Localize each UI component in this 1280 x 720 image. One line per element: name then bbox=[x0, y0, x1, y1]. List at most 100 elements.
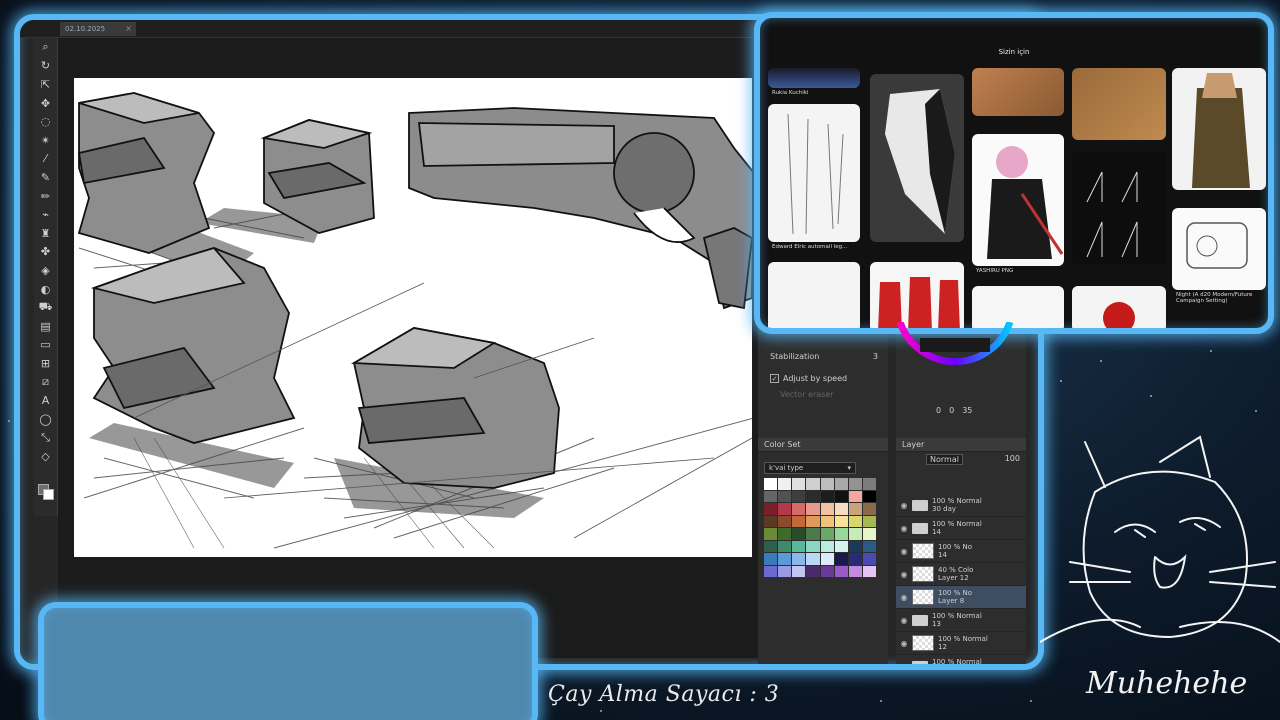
pencil-icon[interactable]: ✏ bbox=[34, 187, 57, 206]
lasso-icon[interactable]: ◌ bbox=[34, 112, 57, 131]
color-swatch[interactable] bbox=[834, 540, 848, 552]
color-swatch[interactable] bbox=[806, 503, 820, 515]
frame-border-icon[interactable]: ⊞ bbox=[34, 354, 57, 373]
eraser-icon[interactable]: ◈ bbox=[34, 261, 57, 280]
eyedropper-icon[interactable]: ⁄ bbox=[34, 150, 57, 169]
correct-line-icon[interactable]: ⤡ bbox=[34, 428, 57, 447]
color-swatch[interactable] bbox=[820, 540, 834, 552]
layer-row[interactable]: ◉ 100 % Normal 30 day bbox=[896, 494, 1026, 517]
color-swatch[interactable] bbox=[806, 490, 820, 502]
color-swatch[interactable] bbox=[792, 515, 806, 527]
layer-row[interactable]: ◉ 100 % No Layer 8 bbox=[896, 586, 1026, 609]
color-swatch[interactable] bbox=[806, 553, 820, 565]
pin-blade-outlines[interactable] bbox=[1072, 152, 1166, 264]
color-swatch[interactable] bbox=[834, 528, 848, 540]
color-swatch[interactable] bbox=[834, 478, 848, 490]
color-swatch[interactable] bbox=[834, 565, 848, 577]
color-swatch[interactable] bbox=[862, 490, 876, 502]
color-swatch[interactable] bbox=[806, 565, 820, 577]
pin-blade-closeup[interactable] bbox=[972, 68, 1064, 116]
sub-color-swatch[interactable] bbox=[43, 489, 54, 500]
color-swatch[interactable] bbox=[778, 565, 792, 577]
text-icon[interactable]: A bbox=[34, 391, 57, 410]
color-swatch[interactable] bbox=[778, 553, 792, 565]
color-swatch[interactable] bbox=[764, 490, 778, 502]
color-swatch[interactable] bbox=[862, 478, 876, 490]
eye-icon[interactable]: ◉ bbox=[896, 616, 912, 625]
color-swatch[interactable] bbox=[764, 528, 778, 540]
pin-caption-yashiru[interactable]: YASHIRU PNG bbox=[976, 268, 1066, 274]
color-swatch[interactable] bbox=[764, 540, 778, 552]
color-set-select[interactable]: k'vai type ▾ bbox=[764, 462, 856, 474]
color-swatch[interactable] bbox=[862, 553, 876, 565]
pin-spiked-mace[interactable] bbox=[768, 262, 860, 328]
ruler-icon[interactable]: ⧄ bbox=[34, 373, 57, 392]
airbrush-icon[interactable]: ♜ bbox=[34, 224, 57, 243]
color-swatch[interactable] bbox=[820, 553, 834, 565]
color-wheel[interactable] bbox=[890, 322, 1030, 382]
color-swatch[interactable] bbox=[792, 528, 806, 540]
pin-caption-night[interactable]: Night (A d20 Modern/Future Campaign Sett… bbox=[1176, 292, 1266, 304]
color-swatch[interactable] bbox=[848, 515, 862, 527]
color-swatch[interactable] bbox=[862, 540, 876, 552]
layer-row[interactable]: ◉ 100 % Normal 11 bbox=[896, 655, 1026, 665]
color-swatch[interactable] bbox=[792, 490, 806, 502]
eye-icon[interactable]: ◉ bbox=[896, 570, 912, 579]
eye-icon[interactable]: ◉ bbox=[896, 501, 912, 510]
layer-row[interactable]: ◉ 100 % Normal 14 bbox=[896, 517, 1026, 540]
color-swatch[interactable] bbox=[834, 503, 848, 515]
brush-icon[interactable]: ⌁ bbox=[34, 205, 57, 224]
main-sub-color-chip[interactable] bbox=[38, 484, 54, 500]
color-set-tab[interactable]: Color Set bbox=[758, 438, 888, 452]
pin-white-coat[interactable] bbox=[870, 74, 964, 242]
figure-icon[interactable]: ▭ bbox=[34, 336, 57, 355]
color-swatch[interactable] bbox=[792, 540, 806, 552]
color-swatch[interactable] bbox=[792, 503, 806, 515]
color-swatch[interactable] bbox=[820, 565, 834, 577]
pin-rukia-image[interactable] bbox=[768, 68, 860, 88]
layer-row[interactable]: ◉ 100 % Normal 13 bbox=[896, 609, 1026, 632]
eye-icon[interactable]: ◉ bbox=[896, 662, 912, 665]
pin-yashiru[interactable] bbox=[972, 134, 1064, 266]
pin-dagger[interactable] bbox=[1072, 68, 1166, 140]
balloon-icon[interactable]: ◯ bbox=[34, 410, 57, 429]
color-swatch[interactable] bbox=[848, 528, 862, 540]
eye-icon[interactable]: ◉ bbox=[896, 593, 912, 602]
color-swatch[interactable] bbox=[778, 540, 792, 552]
color-swatch[interactable] bbox=[848, 478, 862, 490]
eye-icon[interactable]: ◉ bbox=[896, 639, 912, 648]
color-swatch[interactable] bbox=[806, 528, 820, 540]
pin-caption-edward[interactable]: Edward Elric automail leg... bbox=[772, 244, 862, 250]
color-swatch[interactable] bbox=[764, 515, 778, 527]
color-swatch[interactable] bbox=[792, 565, 806, 577]
color-swatch[interactable] bbox=[848, 553, 862, 565]
color-swatch[interactable] bbox=[778, 490, 792, 502]
color-swatch[interactable] bbox=[820, 515, 834, 527]
close-tab-icon[interactable]: × bbox=[125, 24, 132, 33]
eye-icon[interactable]: ◉ bbox=[896, 547, 912, 556]
color-swatch[interactable] bbox=[764, 553, 778, 565]
color-swatch[interactable] bbox=[862, 503, 876, 515]
color-swatch[interactable] bbox=[862, 515, 876, 527]
color-swatch[interactable] bbox=[806, 515, 820, 527]
color-swatch[interactable] bbox=[778, 515, 792, 527]
pen-icon[interactable]: ✎ bbox=[34, 168, 57, 187]
color-swatch[interactable] bbox=[820, 478, 834, 490]
gradient-icon[interactable]: ▤ bbox=[34, 317, 57, 336]
pin-mech-arm[interactable] bbox=[1172, 208, 1266, 290]
layer-tab[interactable]: Layer bbox=[896, 438, 1026, 452]
color-swatch[interactable] bbox=[778, 528, 792, 540]
layer-row[interactable]: ◉ 100 % No 14 bbox=[896, 540, 1026, 563]
blend-icon[interactable]: ◐ bbox=[34, 280, 57, 299]
stabilization-value[interactable]: 3 bbox=[873, 352, 878, 361]
layer-row[interactable]: ◉ 100 % Normal 12 bbox=[896, 632, 1026, 655]
color-swatch[interactable] bbox=[862, 528, 876, 540]
color-swatch[interactable] bbox=[820, 490, 834, 502]
color-swatch[interactable] bbox=[764, 478, 778, 490]
color-swatch[interactable] bbox=[848, 503, 862, 515]
zoom-icon[interactable]: ⌕ bbox=[34, 38, 57, 57]
color-swatch[interactable] bbox=[792, 553, 806, 565]
eye-icon[interactable]: ◉ bbox=[896, 524, 912, 533]
pin-caption-rukia[interactable]: Rukia Kuchiki bbox=[772, 90, 862, 96]
decoration-icon[interactable]: ✤ bbox=[34, 243, 57, 262]
